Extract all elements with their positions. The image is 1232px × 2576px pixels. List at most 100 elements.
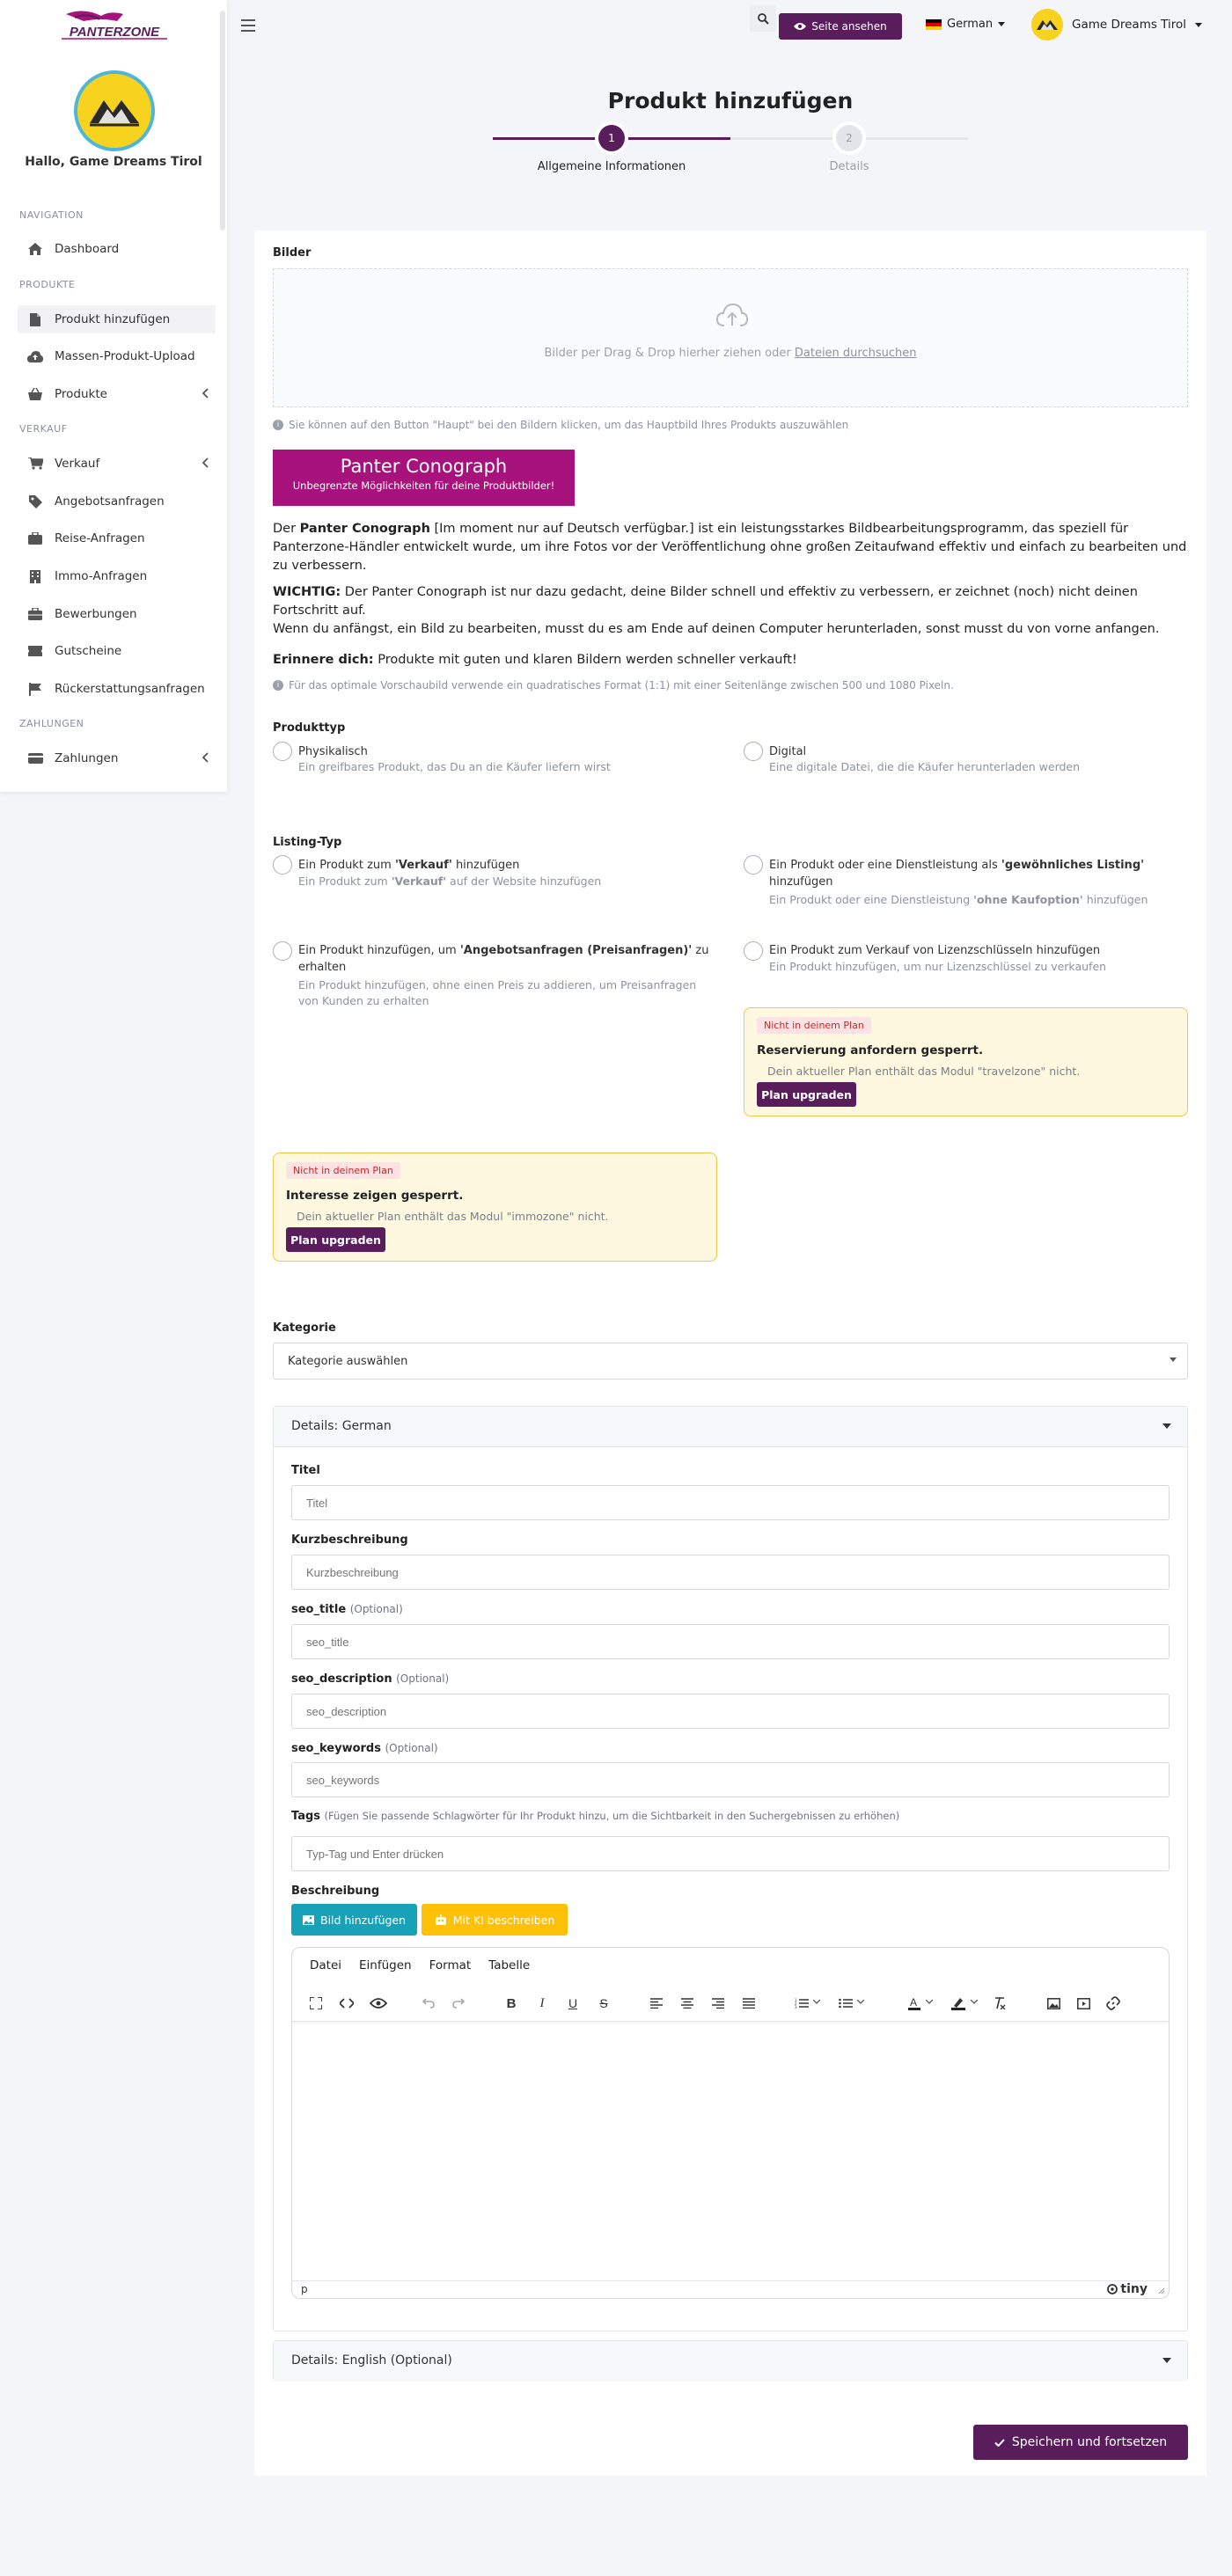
insert-link-icon[interactable]: [1105, 1995, 1121, 2011]
details-english-title: Details: English (Optional): [291, 2353, 452, 2367]
listing-ordinary-desc: Ein Produkt oder eine Dienstleistung 'oh…: [769, 893, 1148, 906]
step-1-circle[interactable]: 1: [598, 125, 625, 151]
seo-keywords-input[interactable]: [291, 1762, 1170, 1797]
seo-description-input[interactable]: [291, 1694, 1170, 1729]
radio-listing-ordinary[interactable]: [744, 855, 763, 875]
resize-handle-icon[interactable]: [1158, 2287, 1165, 2294]
conograph-reminder: Erinnere dich: Produkte mit guten und kl…: [273, 653, 797, 667]
bold-icon[interactable]: B: [503, 1995, 519, 2011]
language-label: German: [947, 18, 994, 31]
title-input[interactable]: [291, 1485, 1170, 1520]
radio-listing-sale[interactable]: [273, 855, 292, 875]
text-color-icon[interactable]: A: [906, 1995, 922, 2011]
align-left-icon[interactable]: [649, 1995, 664, 2011]
editor-content-area[interactable]: [292, 2022, 1169, 2280]
numbered-list-icon[interactable]: 123: [794, 1995, 810, 2011]
sidebar-item-dashboard[interactable]: Dashboard: [18, 235, 216, 263]
sidebar-scrollbar[interactable]: [220, 11, 225, 231]
listing-offer-title: Ein Produkt hinzufügen, um 'Angebotsanfr…: [298, 944, 709, 974]
radio-digital[interactable]: [744, 742, 763, 761]
user-name: Game Dreams Tirol: [1072, 18, 1187, 32]
sidebar-item-payments[interactable]: Zahlungen: [18, 744, 216, 772]
chevron-down-icon[interactable]: [857, 2000, 864, 2004]
chevron-down-icon[interactable]: [926, 2000, 933, 2004]
menu-format[interactable]: Format: [429, 1958, 472, 1972]
dropzone-text: Bilder per Drag & Drop hierher ziehen od…: [544, 347, 917, 360]
add-image-label: Bild hinzufügen: [319, 1913, 407, 1927]
sidebar-item-applications[interactable]: Bewerbungen: [18, 600, 216, 628]
align-justify-icon[interactable]: [741, 1995, 757, 2011]
source-code-icon[interactable]: [339, 1995, 355, 2011]
underline-icon[interactable]: U: [565, 1995, 581, 2011]
seo-description-label: seo_description (Optional): [291, 1672, 450, 1686]
briefcase-icon: [26, 607, 44, 621]
image-dropzone[interactable]: Bilder per Drag & Drop hierher ziehen od…: [273, 268, 1188, 407]
greeting: Hallo, Game Dreams Tirol: [25, 155, 202, 169]
menu-table[interactable]: Tabelle: [488, 1958, 530, 1972]
fullscreen-icon[interactable]: [308, 1995, 324, 2011]
view-site-button[interactable]: Seite ansehen: [779, 13, 902, 40]
chevron-down-icon[interactable]: [971, 2000, 978, 2004]
user-menu[interactable]: Game Dreams Tirol: [1031, 9, 1203, 40]
menu-file[interactable]: Datei: [310, 1958, 341, 1972]
images-hint-text: Sie können auf den Button "Haupt" bei de…: [289, 419, 849, 431]
sidebar-item-bulk-upload[interactable]: Massen-Produkt-Upload: [18, 342, 216, 370]
sidebar-item-sales[interactable]: Verkauf: [18, 450, 216, 478]
sidebar-item-add-product[interactable]: Produkt hinzufügen: [18, 305, 216, 333]
undo-icon[interactable]: [421, 1995, 436, 2011]
brand-logo[interactable]: PANTERZONE: [48, 9, 180, 40]
radio-physical[interactable]: [273, 742, 292, 761]
sidebar-item-real-estate-requests[interactable]: Immo-Anfragen: [18, 562, 216, 590]
sidebar-item-refund-requests[interactable]: Rückerstattungsanfragen: [18, 675, 216, 703]
search-button[interactable]: [750, 5, 776, 32]
insert-image-icon[interactable]: [1045, 1995, 1061, 2011]
menu-insert[interactable]: Einfügen: [359, 1958, 412, 1972]
sidebar-item-label: Reise-Anfragen: [55, 531, 145, 545]
language-selector[interactable]: German: [926, 18, 1006, 31]
chevron-down-icon[interactable]: [813, 2000, 820, 2004]
radio-listing-license-keys[interactable]: [744, 941, 763, 961]
sidebar-item-products[interactable]: Produkte: [18, 380, 216, 408]
strikethrough-icon[interactable]: S: [596, 1995, 612, 2011]
browse-files-link[interactable]: Dateien durchsuchen: [795, 347, 917, 360]
highlight-color-icon[interactable]: [950, 1995, 966, 2011]
preview-icon[interactable]: [368, 1995, 389, 2011]
sidebar-item-offer-requests[interactable]: Angebotsanfragen: [18, 487, 216, 516]
caret-down-icon: [1162, 1423, 1171, 1429]
add-image-button[interactable]: Bild hinzufügen: [291, 1904, 417, 1936]
not-in-plan-badge: Nicht in deinem Plan: [757, 1017, 871, 1034]
sidebar-item-travel-requests[interactable]: Reise-Anfragen: [18, 524, 216, 553]
suitcase-icon: [26, 531, 44, 545]
details-english-header[interactable]: Details: English (Optional): [274, 2341, 1187, 2382]
profile-avatar[interactable]: [74, 70, 155, 151]
short-description-input[interactable]: [291, 1555, 1170, 1590]
seo-title-input[interactable]: [291, 1624, 1170, 1659]
step-2-label: Details: [829, 160, 869, 173]
italic-icon[interactable]: I: [534, 1995, 550, 2011]
redo-icon[interactable]: [451, 1995, 466, 2011]
conograph-button[interactable]: Panter Conograph Unbegrenzte Möglichkeit…: [273, 450, 575, 506]
upgrade-plan-button[interactable]: Plan upgraden: [757, 1082, 856, 1107]
thumbnail-hint-text: Für das optimale Vorschaubild verwende e…: [289, 679, 954, 692]
save-label: Speichern und fortsetzen: [1011, 2435, 1168, 2449]
align-center-icon[interactable]: [679, 1995, 695, 2011]
upgrade-plan-button[interactable]: Plan upgraden: [286, 1227, 385, 1252]
align-right-icon[interactable]: [710, 1995, 726, 2011]
bullet-list-icon[interactable]: [838, 1995, 854, 2011]
category-select[interactable]: Kategorie auswählen: [273, 1343, 1188, 1379]
radio-listing-offer-requests[interactable]: [273, 941, 292, 961]
clear-formatting-icon[interactable]: [992, 1995, 1008, 2011]
details-german-header[interactable]: Details: German: [274, 1407, 1187, 1447]
conograph-important: WICHTIG: Der Panter Conograph ist nur da…: [273, 585, 1160, 636]
insert-media-icon[interactable]: [1075, 1995, 1091, 2011]
menu-toggle-icon[interactable]: [241, 19, 255, 32]
sidebar-item-label: Bewerbungen: [55, 607, 137, 621]
step-2-circle[interactable]: 2: [836, 125, 862, 151]
save-and-continue-button[interactable]: Speichern und fortsetzen: [973, 2425, 1188, 2460]
seo-title-label: seo_title (Optional): [291, 1603, 403, 1616]
tiny-logo[interactable]: tiny: [1107, 2282, 1148, 2296]
tags-input[interactable]: [291, 1836, 1170, 1871]
sidebar-item-vouchers[interactable]: Gutscheine: [18, 637, 216, 665]
ai-describe-button[interactable]: Mit KI beschreiben: [422, 1904, 568, 1936]
svg-text:3: 3: [795, 2005, 797, 2009]
